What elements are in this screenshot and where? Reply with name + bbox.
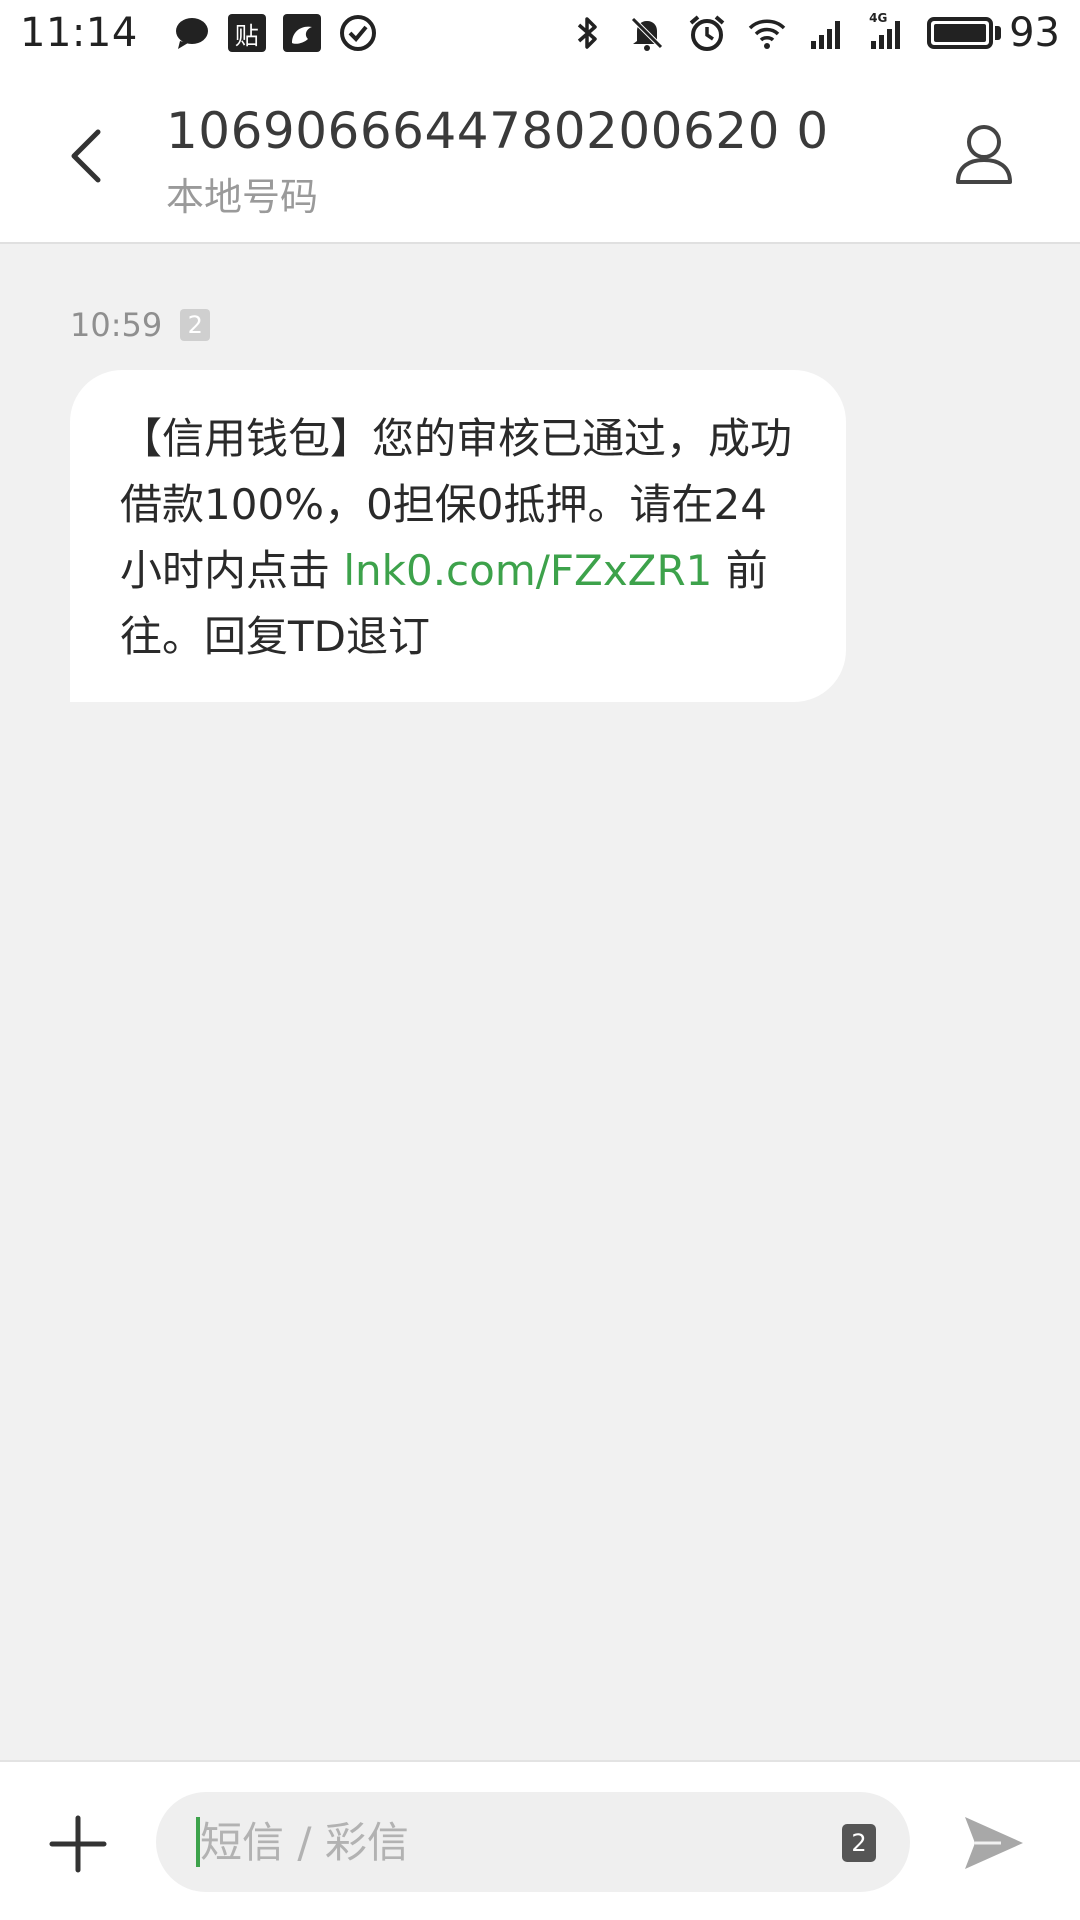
network-type-label: 4G (869, 11, 888, 25)
message-timestamp: 10:59 (70, 306, 163, 344)
chevron-left-icon (71, 129, 101, 183)
contact-number: 1069066644780200620 0 (166, 102, 829, 160)
message-input[interactable] (200, 1817, 800, 1867)
message-meta: 10:59 2 (70, 306, 211, 344)
add-attachment-button[interactable] (46, 1812, 110, 1876)
battery-percent: 93 (1009, 10, 1060, 56)
status-bar-right: 4G 93 (567, 10, 1060, 56)
back-button[interactable] (56, 121, 116, 191)
send-icon (965, 1817, 1023, 1869)
message-link[interactable]: lnk0.com/FZxZR1 (343, 546, 712, 595)
bluetooth-icon (567, 13, 607, 53)
message-input-wrap[interactable]: 2 (156, 1792, 910, 1892)
contact-subtitle: 本地号码 (166, 175, 319, 219)
message-bubble[interactable]: 【信用钱包】您的审核已通过，成功借款100%，0担保0抵押。请在24小时内点击 … (70, 370, 846, 702)
wifi-icon (747, 13, 787, 53)
send-button[interactable] (958, 1810, 1030, 1876)
battery-icon: 93 (927, 10, 1060, 56)
plus-icon (49, 1815, 107, 1873)
alarm-icon (687, 13, 727, 53)
composer-sim-badge[interactable]: 2 (842, 1824, 876, 1862)
muted-bell-icon (627, 13, 667, 53)
conversation-header: 1069066644780200620 0 本地号码 (0, 66, 1080, 244)
chat-bubble-icon (172, 13, 212, 53)
message-composer: 2 (0, 1760, 1080, 1920)
signal-4g-icon: 4G (867, 11, 907, 53)
tieba-icon: 贴 (227, 14, 266, 52)
uc-browser-icon (282, 13, 322, 53)
signal-icon (807, 13, 847, 53)
check-circle-icon (338, 13, 378, 53)
status-bar-left: 11:14 贴 (20, 10, 378, 56)
contact-button[interactable] (948, 118, 1020, 190)
person-icon (956, 125, 1012, 184)
status-time: 11:14 (20, 10, 138, 56)
sim-slot-badge: 2 (180, 309, 211, 341)
battery-fill (934, 24, 987, 42)
status-bar: 11:14 贴 4G 93 (0, 0, 1080, 66)
